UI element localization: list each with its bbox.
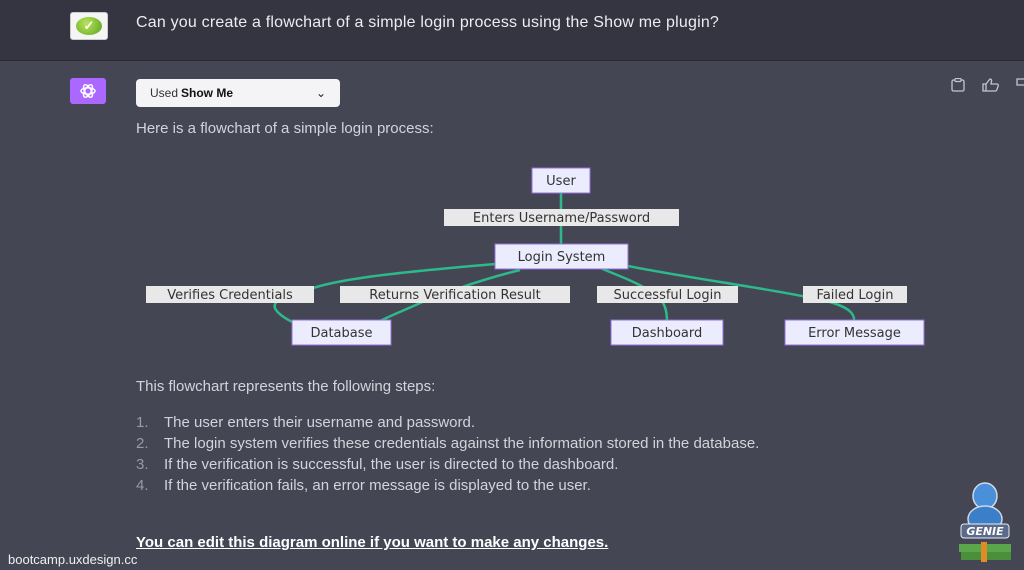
list-item: 4. If the verification fails, an error me… — [136, 475, 876, 496]
watermark-text: bootcamp.uxdesign.cc — [8, 552, 138, 567]
list-item: 3. If the verification is successful, the… — [136, 454, 876, 475]
node-label: Login System — [518, 250, 606, 265]
node-label: Database — [310, 326, 372, 341]
node-label: Dashboard — [632, 326, 703, 341]
list-number: 1. — [136, 414, 149, 431]
genie-logo-icon: GENIE — [959, 482, 1011, 562]
chevron-down-icon: ⌄ — [315, 86, 326, 100]
copy-icon[interactable] — [950, 77, 966, 95]
node-login-system: Login System — [494, 243, 629, 270]
edge-label-verifies: Verifies Credentials — [146, 286, 314, 303]
edge-label-enters: Enters Username/Password — [444, 209, 679, 226]
login-flowchart: Enters Username/Password Verifies Creden… — [146, 167, 925, 346]
node-label: Error Message — [808, 326, 901, 341]
edge-label-text: Successful Login — [614, 288, 722, 303]
user-message-text: Can you create a flowchart of a simple l… — [136, 14, 720, 31]
plugin-used-dropdown[interactable]: Used Show Me ⌄ — [136, 79, 340, 107]
steps-title: This flowchart represents the following … — [136, 378, 436, 395]
thumbs-up-icon[interactable] — [982, 78, 1000, 95]
node-user: User — [531, 167, 591, 194]
list-number: 4. — [136, 477, 149, 494]
list-text: If the verification fails, an error mess… — [164, 477, 591, 494]
list-text: If the verification is successful, the u… — [164, 456, 619, 473]
thumbs-down-icon[interactable] — [1016, 78, 1024, 95]
edge-label-text: Failed Login — [817, 288, 894, 303]
edge-label-text: Enters Username/Password — [473, 211, 650, 226]
message-actions — [950, 77, 1024, 95]
chatgpt-logo-icon — [70, 78, 106, 104]
user-message-row: ✓ Can you create a flowchart of a simple… — [0, 0, 1024, 61]
list-number: 3. — [136, 456, 149, 473]
edge-label-successful: Successful Login — [597, 286, 738, 303]
steps-list: 1. The user enters their username and pas… — [136, 412, 876, 496]
edit-diagram-link[interactable]: You can edit this diagram online if you … — [136, 534, 608, 551]
plugin-used-prefix: Used — [150, 86, 179, 100]
list-item: 1. The user enters their username and pas… — [136, 412, 876, 433]
genie-logo-text: GENIE — [966, 525, 1004, 538]
list-item: 2. The login system verifies these creden… — [136, 433, 876, 454]
edge-label-text: Returns Verification Result — [369, 288, 540, 303]
edge-label-returns: Returns Verification Result — [340, 286, 570, 303]
list-number: 2. — [136, 435, 149, 452]
plugin-name: Show Me — [181, 86, 234, 100]
edge-label-failed: Failed Login — [803, 286, 907, 303]
response-intro: Here is a flowchart of a simple login pr… — [136, 120, 434, 137]
check-icon: ✓ — [76, 17, 102, 35]
node-error-message: Error Message — [784, 319, 925, 346]
node-database: Database — [291, 319, 392, 346]
list-text: The user enters their username and passw… — [164, 414, 475, 431]
user-avatar: ✓ — [70, 12, 108, 40]
list-text: The login system verifies these credenti… — [164, 435, 760, 452]
node-dashboard: Dashboard — [610, 319, 724, 346]
edge-label-text: Verifies Credentials — [167, 288, 293, 303]
node-label: User — [546, 174, 576, 189]
